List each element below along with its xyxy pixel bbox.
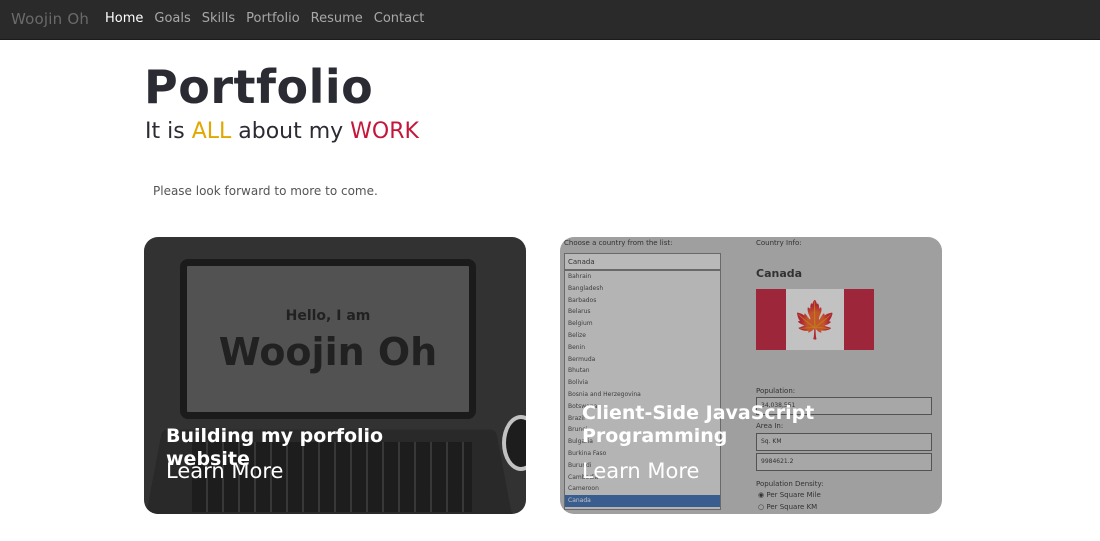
nav-resume[interactable]: Resume bbox=[311, 11, 363, 26]
nav-goals[interactable]: Goals bbox=[154, 11, 190, 26]
card-title: Client-Side JavaScript Programming bbox=[582, 402, 815, 447]
nav-portfolio[interactable]: Portfolio bbox=[246, 11, 299, 26]
tagline-all: ALL bbox=[191, 119, 232, 144]
portfolio-card-website[interactable]: Hello, I am Woojin Oh Building my porfol… bbox=[144, 237, 526, 514]
nav-skills[interactable]: Skills bbox=[202, 11, 235, 26]
nav-links: Home Goals Skills Portfolio Resume Conta… bbox=[105, 11, 424, 26]
navbar: Woojin Oh Home Goals Skills Portfolio Re… bbox=[0, 0, 1100, 40]
nav-contact[interactable]: Contact bbox=[374, 11, 425, 26]
learn-more-link[interactable]: Learn More bbox=[166, 459, 283, 483]
learn-more-link[interactable]: Learn More bbox=[582, 459, 699, 483]
tagline-part1: It is bbox=[145, 119, 192, 144]
intro-text: Please look forward to more to come. bbox=[153, 184, 378, 198]
tagline-part2: about my bbox=[231, 119, 351, 144]
brand-link[interactable]: Woojin Oh bbox=[11, 10, 89, 28]
tagline-work: WORK bbox=[350, 119, 419, 144]
page-title: Portfolio bbox=[144, 60, 374, 114]
nav-home[interactable]: Home bbox=[105, 11, 143, 26]
portfolio-card-javascript[interactable]: Choose a country from the list: Country … bbox=[560, 237, 942, 514]
tagline: It is ALL about my WORK bbox=[145, 119, 419, 144]
